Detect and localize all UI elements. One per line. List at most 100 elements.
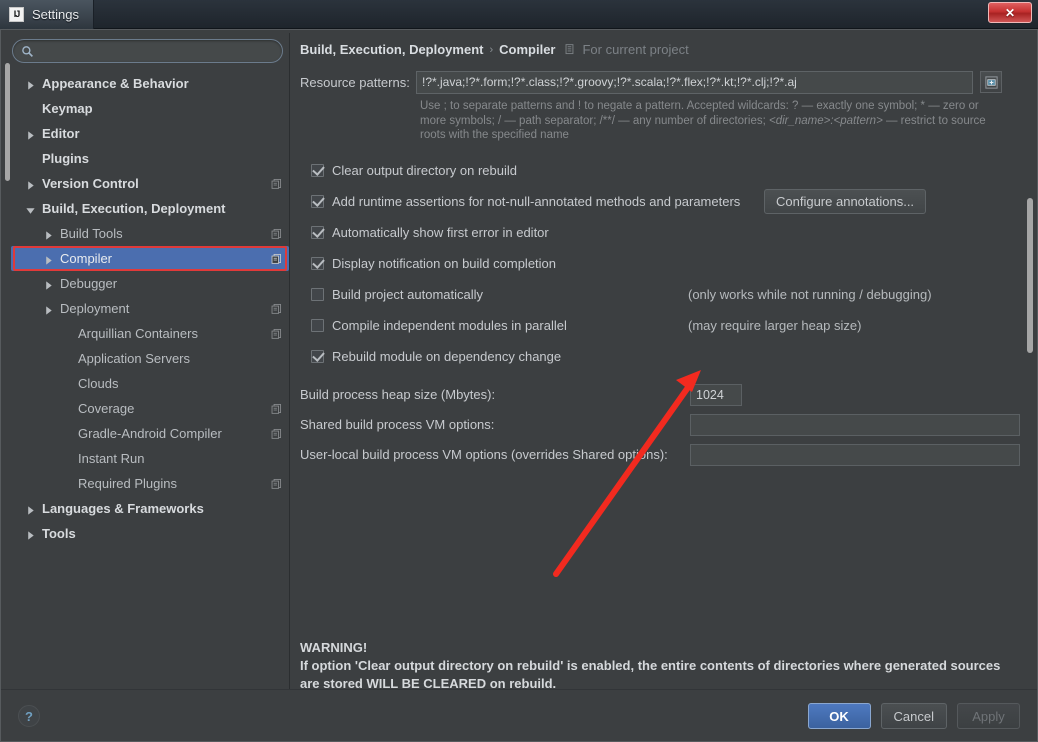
checkbox-label[interactable]: Compile independent modules in parallel: [332, 318, 567, 333]
ok-button[interactable]: OK: [807, 703, 871, 729]
warning-text: WARNING! If option 'Clear output directo…: [300, 639, 1012, 689]
heap-size-label: Build process heap size (Mbytes):: [300, 387, 496, 402]
checkbox-compile-independent-modules-in-parallel[interactable]: [311, 318, 324, 332]
sidebar-item-label: Build Tools: [60, 226, 123, 241]
cancel-button[interactable]: Cancel: [880, 703, 947, 729]
sidebar-item-label: Version Control: [42, 176, 139, 191]
chevron-right-icon[interactable]: [25, 503, 37, 515]
apply-button[interactable]: Apply: [957, 703, 1020, 729]
sidebar-item-plugins[interactable]: Plugins: [11, 146, 289, 171]
sidebar-item-editor[interactable]: Editor: [11, 121, 289, 146]
shared-vm-options-input[interactable]: [690, 413, 1020, 436]
userlocal-vm-options-input[interactable]: [690, 443, 1020, 466]
search-icon: [22, 45, 33, 57]
chevron-right-icon[interactable]: [25, 128, 37, 140]
checkbox-clear-output-directory-on-rebuild[interactable]: [311, 163, 324, 177]
checkbox-row: Display notification on build completion: [300, 248, 1033, 279]
sidebar-item-label: Application Servers: [78, 351, 190, 366]
sidebar-item-clouds[interactable]: Clouds: [11, 371, 289, 396]
checkbox-label[interactable]: Add runtime assertions for not-null-anno…: [332, 194, 740, 209]
sidebar-scrollbar[interactable]: [5, 63, 10, 687]
sidebar-item-debugger[interactable]: Debugger: [11, 271, 289, 296]
sidebar-item-application-servers[interactable]: Application Servers: [11, 346, 289, 371]
close-icon[interactable]: ✕: [988, 2, 1032, 23]
chevron-right-icon[interactable]: [25, 178, 37, 190]
sidebar-item-tools[interactable]: Tools: [11, 521, 289, 546]
checkbox-row: Rebuild module on dependency change: [300, 341, 1033, 372]
sidebar-item-label: Editor: [42, 126, 80, 141]
chevron-right-icon[interactable]: [43, 253, 55, 265]
checkbox-row: Build project automatically (only works w…: [300, 279, 1033, 310]
sidebar-item-label: Required Plugins: [78, 476, 178, 491]
window-title: Settings: [32, 6, 79, 22]
sidebar-item-label: Gradle-Android Compiler: [78, 426, 222, 441]
breadcrumb-root[interactable]: Build, Execution, Deployment: [300, 42, 483, 57]
sidebar-item-instant-run[interactable]: Instant Run: [11, 446, 289, 471]
sidebar-item-label: Arquillian Containers: [78, 326, 198, 341]
warning-title: WARNING!: [300, 640, 368, 655]
heap-size-input[interactable]: [690, 383, 742, 406]
breadcrumb-scope-label: For current project: [582, 42, 689, 57]
breadcrumb-separator: ›: [489, 43, 494, 56]
settings-sidebar: Appearance & Behavior Keymap Editor Plugins…: [5, 33, 290, 689]
chevron-down-icon[interactable]: [25, 203, 37, 215]
checkbox-rebuild-module-on-dependency-change[interactable]: [311, 349, 324, 363]
configure-annotations-button[interactable]: Configure annotations...: [764, 188, 927, 214]
checkbox-label[interactable]: Display notification on build completion: [332, 256, 556, 271]
resource-patterns-label: Resource patterns:: [300, 74, 410, 90]
chevron-right-icon[interactable]: [25, 78, 37, 90]
sidebar-item-languages-frameworks[interactable]: Languages & Frameworks: [11, 496, 289, 521]
expand-editor-glyph: [984, 75, 998, 89]
checkbox-row: Compile independent modules in parallel (…: [300, 310, 1033, 341]
detail-pane-scrollbar-thumb[interactable]: [1027, 198, 1033, 353]
chevron-right-icon[interactable]: [43, 303, 55, 315]
checkbox-build-project-automatically[interactable]: [311, 287, 324, 301]
sidebar-item-coverage[interactable]: Coverage: [11, 396, 289, 421]
sidebar-item-deployment[interactable]: Deployment: [11, 296, 289, 321]
sidebar-item-build-execution-deployment[interactable]: Build, Execution, Deployment: [11, 196, 289, 221]
help-icon[interactable]: ?: [18, 705, 40, 727]
checkbox-automatically-show-first-error-in-editor[interactable]: [311, 225, 324, 239]
module-scope-icon: [270, 327, 283, 340]
compiler-options-list: Clear output directory on rebuild Add run…: [300, 155, 1033, 372]
sidebar-item-gradle-android-compiler[interactable]: Gradle-Android Compiler: [11, 421, 289, 446]
chevron-right-icon[interactable]: [43, 228, 55, 240]
sidebar-item-version-control[interactable]: Version Control: [11, 171, 289, 196]
checkbox-label[interactable]: Rebuild module on dependency change: [332, 349, 561, 364]
sidebar-scrollbar-thumb[interactable]: [5, 63, 10, 181]
chevron-right-icon[interactable]: [43, 278, 55, 290]
module-scope-icon: [270, 477, 283, 490]
build-process-fields: Build process heap size (Mbytes): Shared…: [300, 380, 1033, 470]
checkbox-label[interactable]: Clear output directory on rebuild: [332, 163, 517, 178]
sidebar-item-compiler[interactable]: Compiler: [11, 246, 289, 271]
checkbox-add-runtime-assertions-for-not-null-annotated-methods-and-parameters[interactable]: [311, 194, 324, 208]
search-input[interactable]: [39, 43, 274, 59]
chevron-right-icon[interactable]: [25, 528, 37, 540]
detail-pane-scrollbar[interactable]: [1027, 33, 1033, 689]
shared-vm-options-row: Shared build process VM options:: [300, 410, 1033, 440]
settings-tree: Appearance & Behavior Keymap Editor Plugins…: [11, 69, 289, 546]
sidebar-item-build-tools[interactable]: Build Tools: [11, 221, 289, 246]
sidebar-item-arquillian-containers[interactable]: Arquillian Containers: [11, 321, 289, 346]
search-container: [5, 33, 289, 69]
sidebar-item-label: Deployment: [60, 301, 130, 316]
resource-patterns-input[interactable]: [416, 70, 973, 94]
sidebar-item-required-plugins[interactable]: Required Plugins: [11, 471, 289, 496]
sidebar-item-keymap[interactable]: Keymap: [11, 96, 289, 121]
module-scope-icon: [270, 402, 283, 415]
sidebar-item-label: Compiler: [60, 251, 113, 266]
expand-editor-icon[interactable]: [980, 71, 1002, 93]
settings-tree-scroll: Appearance & Behavior Keymap Editor Plugins…: [5, 69, 289, 689]
project-module-icon: [566, 44, 574, 55]
checkbox-row: Automatically show first error in editor: [300, 217, 1033, 248]
sidebar-item-label: Debugger: [60, 276, 118, 291]
checkbox-display-notification-on-build-completion[interactable]: [311, 256, 324, 270]
userlocal-vm-options-row: User-local build process VM options (ove…: [300, 440, 1033, 470]
sidebar-item-label: Clouds: [78, 376, 119, 391]
search-box[interactable]: [12, 39, 283, 63]
checkbox-label[interactable]: Automatically show first error in editor: [332, 225, 549, 240]
sidebar-item-label: Plugins: [42, 151, 89, 166]
sidebar-item-appearance-behavior[interactable]: Appearance & Behavior: [11, 71, 289, 96]
checkbox-label[interactable]: Build project automatically: [332, 287, 483, 302]
hint-text-italic: <dir_name>:<pattern>: [768, 114, 883, 127]
